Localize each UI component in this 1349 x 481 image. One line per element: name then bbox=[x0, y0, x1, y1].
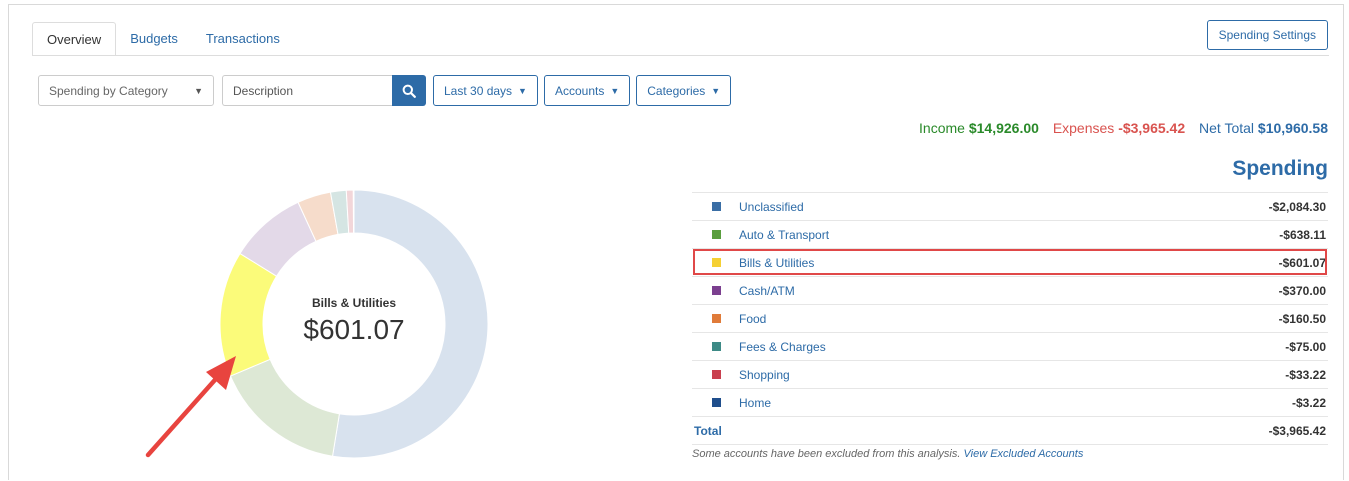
category-label[interactable]: Auto & Transport bbox=[739, 228, 1279, 242]
category-amount: -$601.07 bbox=[1278, 255, 1326, 270]
expenses-value: -$3,965.42 bbox=[1118, 120, 1186, 136]
category-amount: -$3.22 bbox=[1291, 395, 1326, 410]
annotation-arrow bbox=[145, 356, 236, 458]
expenses-label: Expenses bbox=[1052, 120, 1115, 136]
chevron-down-icon: ▼ bbox=[194, 85, 203, 96]
search-icon bbox=[402, 84, 416, 98]
donut-center-value: $601.07 bbox=[303, 314, 405, 345]
total-row: Total -$3,965.42 bbox=[692, 416, 1328, 445]
date-range-dropdown[interactable]: Last 30 days ▼ bbox=[433, 75, 538, 106]
category-amount: -$75.00 bbox=[1285, 339, 1326, 354]
donut-slice-home[interactable] bbox=[352, 189, 355, 234]
search-button[interactable] bbox=[392, 75, 426, 106]
income-summary: Income $14,926.00 bbox=[919, 120, 1039, 136]
totals-summary: Income $14,926.00 Expenses -$3,965.42 Ne… bbox=[919, 120, 1328, 136]
tab-divider bbox=[32, 55, 1329, 56]
filter-bar: Spending by Category ▼ Last 30 days ▼ Ac… bbox=[38, 75, 732, 106]
category-label[interactable]: Cash/ATM bbox=[739, 284, 1279, 298]
category-amount: -$33.22 bbox=[1285, 367, 1326, 382]
color-swatch bbox=[712, 258, 721, 267]
donut-center-label: Bills & Utilities bbox=[311, 296, 397, 310]
income-label: Income bbox=[919, 120, 965, 136]
tab-budgets[interactable]: Budgets bbox=[116, 22, 192, 56]
spending-heading: Spending bbox=[1232, 157, 1328, 180]
categories-label: Categories bbox=[647, 83, 706, 98]
tab-transactions[interactable]: Transactions bbox=[192, 22, 294, 56]
income-value: $14,926.00 bbox=[968, 120, 1039, 136]
category-label[interactable]: Food bbox=[739, 312, 1279, 326]
category-row-auto-transport[interactable]: Auto & Transport -$638.11 bbox=[692, 220, 1328, 248]
date-range-label: Last 30 days bbox=[444, 83, 513, 98]
category-row-unclassified[interactable]: Unclassified -$2,084.30 bbox=[692, 192, 1328, 220]
net-total-value: $10,960.58 bbox=[1257, 120, 1328, 136]
chevron-down-icon: ▼ bbox=[711, 85, 721, 96]
color-swatch bbox=[712, 314, 721, 323]
category-label[interactable]: Bills & Utilities bbox=[739, 256, 1279, 270]
chevron-down-icon: ▼ bbox=[610, 85, 620, 96]
category-row-cash-atm[interactable]: Cash/ATM -$370.00 bbox=[692, 276, 1328, 304]
net-total-summary: Net Total $10,960.58 bbox=[1199, 120, 1328, 136]
note-text: Some accounts have been excluded from th… bbox=[692, 448, 961, 460]
tab-bar: Overview Budgets Transactions bbox=[32, 22, 294, 56]
category-row-shopping[interactable]: Shopping -$33.22 bbox=[692, 360, 1328, 388]
tab-overview[interactable]: Overview bbox=[32, 22, 117, 56]
color-swatch bbox=[712, 230, 721, 239]
view-select[interactable]: Spending by Category ▼ bbox=[38, 75, 214, 106]
color-swatch bbox=[712, 370, 721, 379]
expenses-summary: Expenses -$3,965.42 bbox=[1053, 120, 1185, 136]
category-amount: -$160.50 bbox=[1278, 311, 1326, 326]
category-label[interactable]: Unclassified bbox=[739, 200, 1269, 214]
chevron-down-icon: ▼ bbox=[518, 85, 527, 96]
category-row-bills-utilities[interactable]: Bills & Utilities -$601.07 bbox=[692, 248, 1328, 276]
color-swatch bbox=[712, 342, 721, 351]
accounts-label: Accounts bbox=[554, 83, 605, 98]
category-row-fees-charges[interactable]: Fees & Charges -$75.00 bbox=[692, 332, 1328, 360]
color-swatch bbox=[712, 286, 721, 295]
spending-settings-button[interactable]: Spending Settings bbox=[1206, 20, 1328, 50]
view-excluded-accounts-link[interactable]: View Excluded Accounts bbox=[964, 448, 1084, 460]
category-label[interactable]: Home bbox=[739, 396, 1292, 410]
color-swatch bbox=[712, 398, 721, 407]
spending-table: Unclassified -$2,084.30 Auto & Transport… bbox=[692, 192, 1328, 445]
net-total-label: Net Total bbox=[1199, 120, 1255, 136]
color-swatch bbox=[712, 202, 721, 211]
description-search-input[interactable] bbox=[222, 75, 392, 106]
category-amount: -$2,084.30 bbox=[1268, 199, 1326, 214]
total-label: Total bbox=[694, 423, 722, 438]
total-amount: -$3,965.42 bbox=[1268, 423, 1326, 438]
category-label[interactable]: Shopping bbox=[739, 368, 1285, 382]
excluded-accounts-note: Some accounts have been excluded from th… bbox=[692, 448, 1083, 460]
category-amount: -$638.11 bbox=[1279, 227, 1326, 242]
view-select-label: Spending by Category bbox=[49, 83, 168, 98]
category-row-home[interactable]: Home -$3.22 bbox=[692, 388, 1328, 416]
category-row-food[interactable]: Food -$160.50 bbox=[692, 304, 1328, 332]
category-amount: -$370.00 bbox=[1278, 283, 1326, 298]
accounts-dropdown[interactable]: Accounts ▼ bbox=[543, 75, 631, 106]
categories-dropdown[interactable]: Categories ▼ bbox=[636, 75, 732, 106]
category-label[interactable]: Fees & Charges bbox=[739, 340, 1285, 354]
